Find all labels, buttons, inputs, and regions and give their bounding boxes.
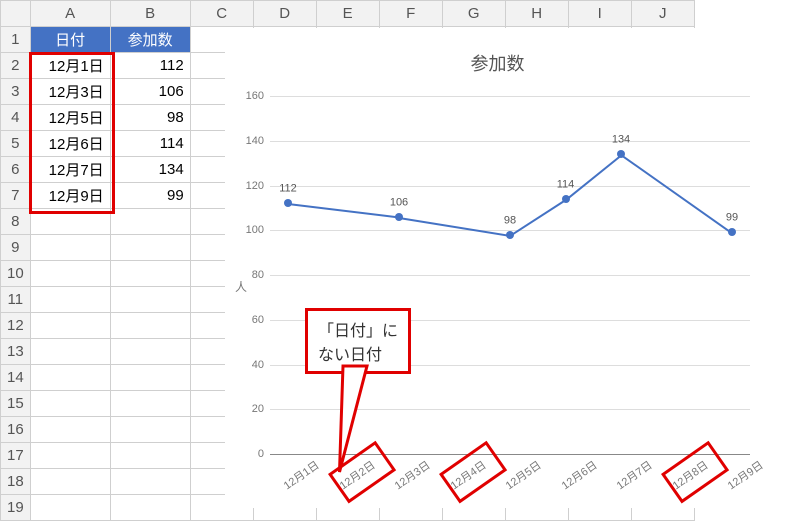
cell[interactable]: [30, 261, 110, 287]
row-header[interactable]: 8: [1, 209, 31, 235]
cell[interactable]: [30, 469, 110, 495]
value-cell[interactable]: 98: [110, 105, 190, 131]
col-header[interactable]: A: [30, 1, 110, 27]
row-header[interactable]: 1: [1, 27, 31, 53]
cell[interactable]: [110, 209, 190, 235]
col-header[interactable]: D: [253, 1, 316, 27]
row-header[interactable]: 7: [1, 183, 31, 209]
row-header[interactable]: 3: [1, 79, 31, 105]
col-header[interactable]: J: [631, 1, 694, 27]
col-header[interactable]: H: [505, 1, 568, 27]
cell[interactable]: [110, 469, 190, 495]
row-header[interactable]: 19: [1, 495, 31, 521]
date-cell[interactable]: 12月6日: [30, 131, 110, 157]
date-cell[interactable]: 12月9日: [30, 183, 110, 209]
value-cell[interactable]: 99: [110, 183, 190, 209]
header-cell-count[interactable]: 参加数: [110, 27, 190, 53]
row-header[interactable]: 13: [1, 339, 31, 365]
row-header[interactable]: 15: [1, 391, 31, 417]
spreadsheet-window: ABCDEFGHIJ1日付参加数212月1日112312月3日106412月5日…: [0, 0, 800, 524]
callout-tail: [225, 28, 800, 524]
date-cell[interactable]: 12月1日: [30, 53, 110, 79]
row-header[interactable]: 5: [1, 131, 31, 157]
col-header[interactable]: I: [568, 1, 631, 27]
col-header[interactable]: G: [442, 1, 505, 27]
cell[interactable]: [30, 417, 110, 443]
cell[interactable]: [30, 339, 110, 365]
row-header[interactable]: 17: [1, 443, 31, 469]
row-header[interactable]: 18: [1, 469, 31, 495]
date-cell[interactable]: 12月3日: [30, 79, 110, 105]
header-cell-date[interactable]: 日付: [30, 27, 110, 53]
col-header[interactable]: E: [316, 1, 379, 27]
cell[interactable]: [30, 287, 110, 313]
cell[interactable]: [30, 391, 110, 417]
row-header[interactable]: 11: [1, 287, 31, 313]
cell[interactable]: [30, 209, 110, 235]
col-header[interactable]: C: [190, 1, 253, 27]
cell[interactable]: [110, 235, 190, 261]
cell[interactable]: [110, 391, 190, 417]
row-header[interactable]: 16: [1, 417, 31, 443]
date-cell[interactable]: 12月5日: [30, 105, 110, 131]
value-cell[interactable]: 112: [110, 53, 190, 79]
cell[interactable]: [30, 365, 110, 391]
value-cell[interactable]: 134: [110, 157, 190, 183]
col-header[interactable]: F: [379, 1, 442, 27]
cell[interactable]: [110, 339, 190, 365]
cell[interactable]: [110, 261, 190, 287]
row-header[interactable]: 14: [1, 365, 31, 391]
row-header[interactable]: 2: [1, 53, 31, 79]
cell[interactable]: [110, 443, 190, 469]
cell[interactable]: [110, 313, 190, 339]
row-header[interactable]: 12: [1, 313, 31, 339]
value-cell[interactable]: 114: [110, 131, 190, 157]
date-cell[interactable]: 12月7日: [30, 157, 110, 183]
cell[interactable]: [110, 365, 190, 391]
row-header[interactable]: 4: [1, 105, 31, 131]
cell[interactable]: [30, 313, 110, 339]
chart-container[interactable]: 参加数 人 02040608010012014016012月1日12月2日12月…: [225, 28, 770, 508]
cell[interactable]: [110, 495, 190, 521]
row-header[interactable]: 9: [1, 235, 31, 261]
row-header[interactable]: 10: [1, 261, 31, 287]
row-header[interactable]: 6: [1, 157, 31, 183]
cell[interactable]: [110, 287, 190, 313]
cell[interactable]: [30, 495, 110, 521]
cell[interactable]: [30, 235, 110, 261]
cell[interactable]: [30, 443, 110, 469]
col-header[interactable]: B: [110, 1, 190, 27]
cell[interactable]: [110, 417, 190, 443]
value-cell[interactable]: 106: [110, 79, 190, 105]
